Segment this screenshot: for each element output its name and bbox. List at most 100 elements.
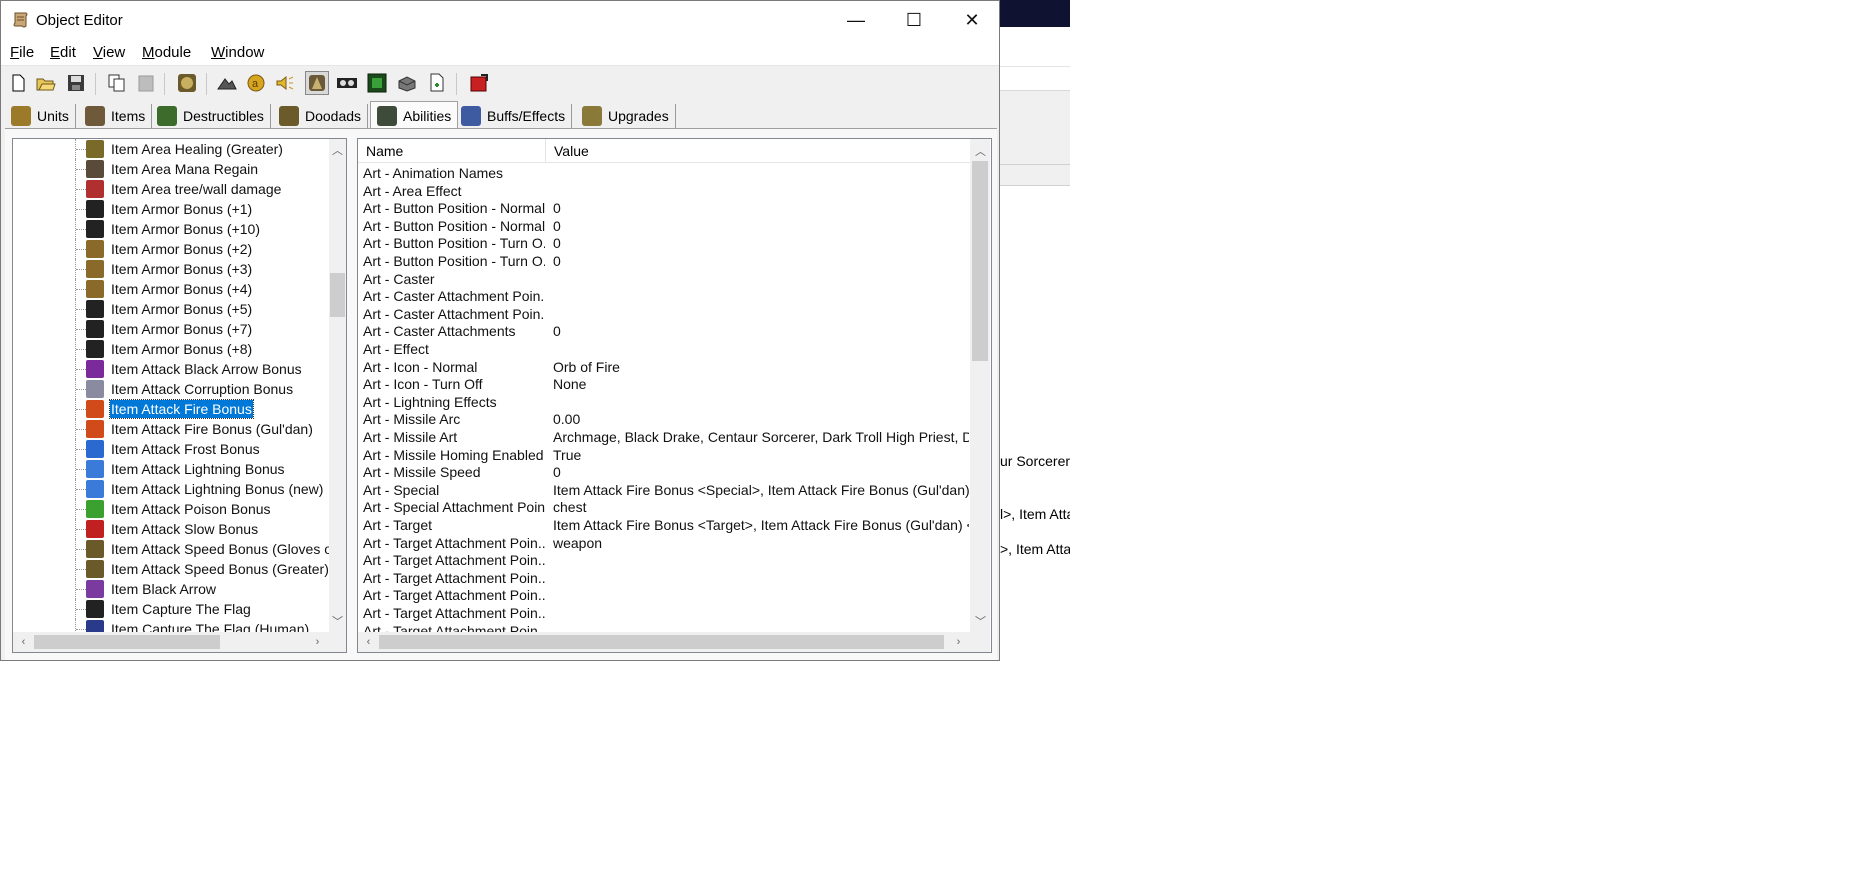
property-row[interactable]: Art - Caster Attachment Poin... (358, 287, 970, 305)
property-row[interactable]: Art - Caster Attachment Poin... (358, 305, 970, 323)
tree-item[interactable]: Item Armor Bonus (+1) (13, 199, 329, 219)
property-row[interactable]: Art - Icon - Turn Off None (358, 375, 970, 393)
props-vertical-scrollbar[interactable]: ︿ ﹀ (970, 139, 990, 632)
tree-hscroll-thumb[interactable] (34, 635, 220, 649)
property-row[interactable]: Art - Target Attachment Poin... (358, 551, 970, 569)
property-value[interactable]: 0 (553, 234, 969, 252)
tree-item[interactable]: Item Attack Frost Bonus (13, 439, 329, 459)
tree-item[interactable]: Item Armor Bonus (+3) (13, 259, 329, 279)
property-value[interactable]: Item Attack Fire Bonus <Target>, Item At… (553, 516, 969, 534)
property-grid[interactable]: Name Value Art - Animation Names Art - Ar… (357, 138, 992, 653)
new-button[interactable] (6, 71, 30, 95)
tree-item[interactable]: Item Attack Speed Bonus (Gloves of (13, 539, 329, 559)
property-row[interactable]: Art - Special Item Attack Fire Bonus <Spe… (358, 481, 970, 499)
menu-view[interactable]: View (93, 44, 125, 61)
copy-button[interactable] (105, 71, 129, 95)
property-row[interactable]: Art - Button Position - Turn O... 0 (358, 252, 970, 270)
tree-scroll-thumb[interactable] (330, 273, 345, 317)
export-button[interactable] (425, 71, 449, 95)
tree-item[interactable]: Item Attack Poison Bonus (13, 499, 329, 519)
property-value[interactable]: 0 (553, 463, 969, 481)
tree-horizontal-scrollbar[interactable]: ‹ › (13, 632, 329, 652)
paste-button[interactable] (134, 71, 158, 95)
tree-item[interactable]: Item Black Arrow (13, 579, 329, 599)
scroll-right-arrow-icon[interactable]: › (950, 633, 967, 650)
property-value[interactable]: 0.00 (553, 410, 969, 428)
tree-item[interactable]: Item Attack Speed Bonus (Greater) (13, 559, 329, 579)
props-scroll-thumb[interactable] (972, 161, 988, 361)
property-value[interactable]: weapon (553, 534, 969, 552)
unit-editor-button[interactable] (175, 71, 199, 95)
tree-item[interactable]: Item Attack Fire Bonus (Gul'dan) (13, 419, 329, 439)
tree-item[interactable]: Item Armor Bonus (+10) (13, 219, 329, 239)
property-value[interactable]: 0 (553, 252, 969, 270)
property-value[interactable]: 0 (553, 199, 969, 217)
props-horizontal-scrollbar[interactable]: ‹ › (358, 632, 970, 652)
tree-item[interactable]: Item Capture The Flag (Human) (13, 619, 329, 632)
tab-doodads[interactable]: Doodads (273, 104, 369, 128)
ai-editor-button[interactable] (365, 71, 389, 95)
tree-item[interactable]: Item Armor Bonus (+4) (13, 279, 329, 299)
scroll-left-arrow-icon[interactable]: ‹ (15, 633, 32, 650)
test-map-button[interactable] (467, 71, 491, 95)
property-row[interactable]: Art - Area Effect (358, 182, 970, 200)
tree-item[interactable]: Item Armor Bonus (+2) (13, 239, 329, 259)
tree-item[interactable]: Item Capture The Flag (13, 599, 329, 619)
column-header-name[interactable]: Name (366, 143, 403, 159)
property-row[interactable]: Art - Target Item Attack Fire Bonus <Targ… (358, 516, 970, 534)
title-bar[interactable]: Object Editor — ☐ ✕ (1, 1, 999, 39)
property-value[interactable]: chest (553, 498, 969, 516)
property-row[interactable]: Art - Target Attachment Poin... (358, 604, 970, 622)
property-value[interactable]: True (553, 446, 969, 464)
tree-item[interactable]: Item Attack Corruption Bonus (13, 379, 329, 399)
tab-units[interactable]: Units (5, 104, 76, 128)
menu-edit[interactable]: Edit (50, 44, 76, 61)
terrain-button[interactable] (215, 71, 239, 95)
tab-upgrades[interactable]: Upgrades (576, 104, 676, 128)
save-button[interactable] (64, 71, 88, 95)
property-row[interactable]: Art - Lightning Effects (358, 393, 970, 411)
tree-item[interactable]: Item Area Healing (Greater) (13, 139, 329, 159)
property-row[interactable]: Art - Target Attachment Poin... weapon (358, 534, 970, 552)
property-value[interactable]: Orb of Fire (553, 358, 969, 376)
menu-window[interactable]: Window (211, 44, 264, 61)
tab-buffs-effects[interactable]: Buffs/Effects (455, 104, 573, 128)
property-value[interactable]: 0 (553, 217, 969, 235)
scroll-right-arrow-icon[interactable]: › (309, 633, 326, 650)
property-value[interactable]: Archmage, Black Drake, Centaur Sorcerer,… (553, 428, 969, 446)
tree-item[interactable]: Item Attack Fire Bonus (13, 399, 329, 419)
property-row[interactable]: Art - Special Attachment Point chest (358, 498, 970, 516)
import-button[interactable] (395, 71, 419, 95)
object-tree[interactable]: Item Area Healing (Greater) Item Area Man… (12, 138, 347, 653)
close-button[interactable]: ✕ (943, 1, 1001, 39)
tab-abilities[interactable]: Abilities (370, 101, 459, 129)
property-row[interactable]: Art - Effect (358, 340, 970, 358)
menu-file[interactable]: File (10, 44, 34, 61)
tree-item[interactable]: Item Attack Lightning Bonus (13, 459, 329, 479)
property-row[interactable]: Art - Missile Speed 0 (358, 463, 970, 481)
scroll-down-arrow-icon[interactable]: ﹀ (972, 612, 989, 629)
tree-item[interactable]: Item Armor Bonus (+8) (13, 339, 329, 359)
scroll-left-arrow-icon[interactable]: ‹ (360, 633, 377, 650)
tree-item[interactable]: Item Armor Bonus (+5) (13, 299, 329, 319)
camera-button[interactable] (335, 71, 359, 95)
tree-item[interactable]: Item Area Mana Regain (13, 159, 329, 179)
property-row[interactable]: Art - Button Position - Turn O... 0 (358, 234, 970, 252)
tree-item[interactable]: Item Attack Slow Bonus (13, 519, 329, 539)
property-row[interactable]: Art - Missile Art Archmage, Black Drake, … (358, 428, 970, 446)
property-row[interactable]: Art - Target Attachment Poin... (358, 586, 970, 604)
property-value[interactable]: None (553, 375, 969, 393)
property-row[interactable]: Art - Icon - Normal Orb of Fire (358, 358, 970, 376)
sound-button[interactable] (273, 71, 297, 95)
tree-item[interactable]: Item Attack Black Arrow Bonus (13, 359, 329, 379)
gold-button[interactable]: a (244, 71, 268, 95)
scroll-down-arrow-icon[interactable]: ﹀ (329, 612, 346, 629)
property-row[interactable]: Art - Caster Attachments 0 (358, 322, 970, 340)
property-value[interactable]: 0 (553, 322, 969, 340)
column-header-value[interactable]: Value (554, 143, 589, 159)
maximize-button[interactable]: ☐ (885, 1, 943, 39)
tree-item[interactable]: Item Armor Bonus (+7) (13, 319, 329, 339)
property-row[interactable]: Art - Caster (358, 270, 970, 288)
tree-item[interactable]: Item Area tree/wall damage (13, 179, 329, 199)
minimize-button[interactable]: — (827, 1, 885, 39)
